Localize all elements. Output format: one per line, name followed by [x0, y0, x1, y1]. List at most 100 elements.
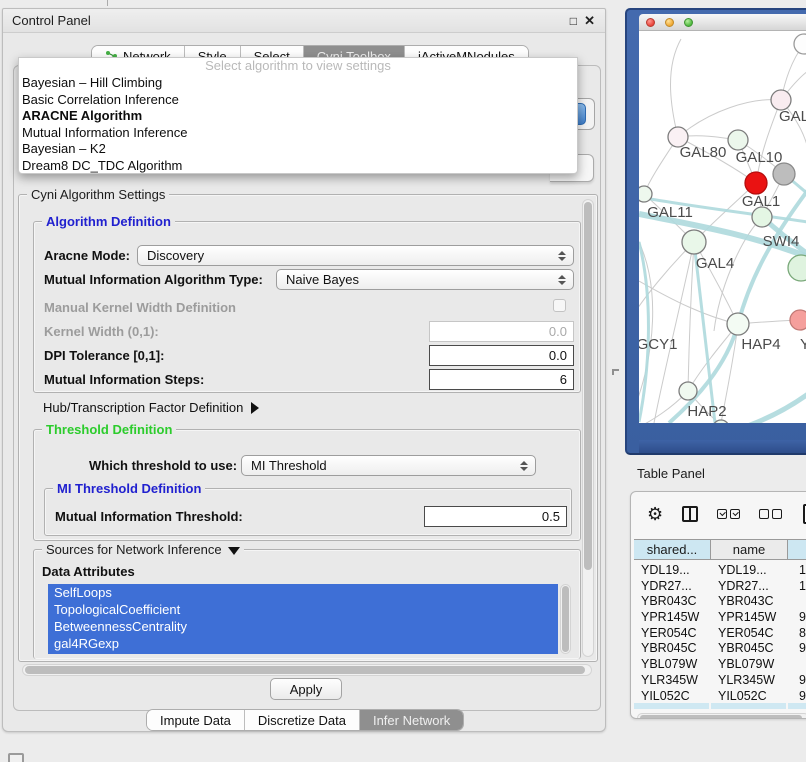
network-node-hap4[interactable] [727, 313, 749, 335]
popup-item[interactable]: Bayesian – Hill Climbing [19, 75, 577, 92]
column-header[interactable]: shared... [634, 540, 711, 559]
kernel-width-field[interactable]: 0.0 [429, 321, 574, 342]
popup-item[interactable]: Bayesian – K2 [19, 141, 577, 158]
table-horizontal-scrollbar[interactable] [637, 713, 806, 718]
table-cell[interactable]: YPR145W [711, 610, 788, 626]
network-node-gal[interactable] [771, 90, 791, 110]
network-node-gal10[interactable] [728, 130, 748, 150]
data-attribute-item[interactable]: BetweennessCentrality [48, 618, 558, 635]
popup-item[interactable]: Dream8 DC_TDC Algorithm [19, 158, 577, 175]
network-node-gal1[interactable] [745, 172, 767, 194]
sources-group-title[interactable]: Sources for Network Inference [42, 542, 244, 557]
network-node[interactable] [788, 255, 806, 281]
aracne-mode-combo[interactable]: Discovery [137, 245, 574, 266]
column-header[interactable] [788, 540, 806, 559]
table-cell[interactable]: 9. [788, 689, 806, 702]
data-attribute-item[interactable]: TopologicalCoefficient [48, 601, 558, 618]
network-node[interactable] [794, 34, 806, 54]
popup-item[interactable]: Mutual Information Inference [19, 125, 577, 142]
settings-vscroll-thumb[interactable] [584, 202, 592, 570]
split-columns-icon[interactable] [682, 506, 698, 522]
popup-item[interactable]: Basic Correlation Inference [19, 92, 577, 109]
network-node-hap2[interactable] [679, 382, 697, 400]
control-panel-titlebar[interactable]: Control Panel □ ✕ [3, 9, 605, 33]
table-cell[interactable]: YLR345W [634, 673, 711, 689]
table-cell[interactable]: 9. [788, 610, 806, 626]
table-cell[interactable]: YDL19... [711, 563, 788, 579]
table-row[interactable]: YBR043CYBR043C [634, 594, 806, 610]
table-cell[interactable]: 9. [788, 641, 806, 657]
table-cell[interactable]: 9. [788, 673, 806, 689]
zoom-traffic-light-icon[interactable] [684, 18, 693, 27]
gear-icon[interactable]: ⚙ [647, 504, 663, 525]
table-cell[interactable]: YIL052C [634, 689, 711, 702]
table-cell[interactable]: YBR045C [711, 641, 788, 657]
data-attribute-item[interactable]: SelfLoops [48, 584, 558, 601]
apply-button[interactable]: Apply [270, 678, 342, 700]
deselect-all-columns-icon[interactable] [759, 509, 782, 519]
network-node-gal11[interactable] [639, 186, 652, 202]
table-hscroll-thumb[interactable] [640, 715, 802, 718]
minimize-traffic-light-icon[interactable] [665, 18, 674, 27]
sources-group: Sources for Network Inference Data Attri… [33, 549, 581, 659]
bottom-tab-label: Infer Network [373, 713, 450, 728]
network-node[interactable] [773, 163, 795, 185]
table-cell[interactable]: YPR145W [634, 610, 711, 626]
table-cell[interactable]: YER054C [711, 626, 788, 642]
sources-vscroll-thumb[interactable] [562, 586, 569, 652]
table-row[interactable]: YLR345WYLR345W9. [634, 673, 806, 689]
table-cell[interactable]: YIL052C [711, 689, 788, 702]
table-cell[interactable]: YBL079W [634, 657, 711, 673]
table-cell[interactable]: YBL079W [711, 657, 788, 673]
which-threshold-combo[interactable]: MI Threshold [241, 455, 536, 476]
hub-definition-toggle[interactable]: Hub/Transcription Factor Definition [43, 399, 259, 417]
table-row[interactable]: YBL079WYBL079W [634, 657, 806, 673]
bottom-tab-discretize-data[interactable]: Discretize Data [245, 710, 360, 730]
dpi-tolerance-field[interactable]: 0.0 [429, 345, 574, 366]
table-cell[interactable]: YDL19... [634, 563, 711, 579]
close-traffic-light-icon[interactable] [646, 18, 655, 27]
select-all-columns-icon[interactable] [717, 509, 740, 519]
bottom-left-partial-icon[interactable] [8, 753, 24, 762]
float-window-icon[interactable]: □ [570, 13, 577, 29]
splitter-handle[interactable] [612, 369, 619, 375]
network-node-swi4[interactable] [752, 207, 772, 227]
table-cell[interactable]: YBR043C [634, 594, 711, 610]
table-row[interactable]: YIL052CYIL052C9. [634, 689, 806, 702]
close-window-icon[interactable]: ✕ [584, 13, 595, 29]
network-node-y[interactable] [790, 310, 806, 330]
bottom-tab-impute-data[interactable]: Impute Data [147, 710, 245, 730]
bottom-tab-infer-network[interactable]: Infer Network [360, 710, 463, 730]
table-cell[interactable]: YER054C [634, 626, 711, 642]
table-cell[interactable] [788, 657, 806, 673]
table-cell[interactable] [788, 594, 806, 610]
network-window-titlebar[interactable] [639, 14, 806, 31]
mi-threshold-field[interactable]: 0.5 [424, 506, 567, 527]
mi-algo-type-combo[interactable]: Naive Bayes [276, 269, 574, 290]
network-view-canvas[interactable]: GALGAL80GAL10GAL1GAL11SWI4GAL4GCY1HAP4YH… [639, 31, 806, 423]
table-cell[interactable]: YLR345W [711, 673, 788, 689]
table-row[interactable]: YER054CYER054C8. [634, 626, 806, 642]
settings-hscroll-thumb[interactable] [25, 666, 585, 674]
combo-arrows-icon [520, 456, 530, 475]
table-row[interactable]: YDR27...YDR27...12 [634, 579, 806, 595]
column-header[interactable]: name [711, 540, 788, 559]
manual-kernel-checkbox[interactable] [553, 299, 566, 312]
table-cell[interactable]: 12 [788, 579, 806, 595]
table-cell[interactable]: YBR043C [711, 594, 788, 610]
table-cell[interactable]: YDR27... [711, 579, 788, 595]
settings-vertical-scrollbar[interactable] [582, 199, 594, 657]
settings-horizontal-scrollbar[interactable] [22, 664, 592, 676]
popup-item[interactable]: ARACNE Algorithm [19, 108, 577, 125]
network-node-gal4[interactable] [682, 230, 706, 254]
table-cell[interactable]: YBR045C [634, 641, 711, 657]
table-cell[interactable]: YDR27... [634, 579, 711, 595]
table-cell[interactable]: 8. [788, 626, 806, 642]
table-row[interactable]: YBR045CYBR045C9. [634, 641, 806, 657]
mi-steps-field[interactable]: 6 [429, 369, 574, 390]
table-row[interactable]: YPR145WYPR145W9. [634, 610, 806, 626]
table-row[interactable]: YDL19...YDL19...13 [634, 563, 806, 579]
sources-vertical-scrollbar[interactable] [560, 584, 571, 654]
data-attribute-item[interactable]: gal4RGexp [48, 635, 558, 652]
table-cell[interactable]: 13 [788, 563, 806, 579]
